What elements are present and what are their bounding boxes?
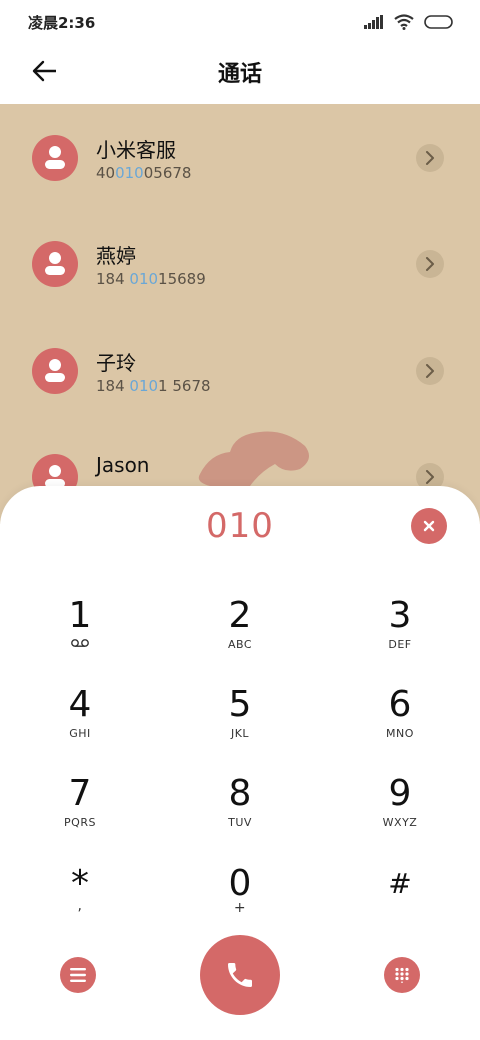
key-letters: GHI (69, 727, 91, 740)
key-digit: # (388, 867, 412, 900)
key-letters: ABC (227, 638, 253, 651)
key-6[interactable]: 6 MNO (340, 685, 460, 765)
key-9[interactable]: 9 WXYZ (340, 774, 460, 854)
key-8[interactable]: 8 TUV (180, 774, 300, 854)
key-0[interactable]: 0 + (180, 864, 300, 944)
chevron-right-icon (426, 257, 434, 271)
key-letters: + (233, 900, 247, 916)
contact-name: 燕婷 (96, 244, 136, 268)
key-letters (20, 638, 140, 651)
page-title: 通话 (217, 62, 262, 87)
chevron-right-icon (426, 470, 434, 484)
key-digit: 5 (228, 684, 252, 725)
key-digit: 0 (228, 863, 252, 904)
key-7[interactable]: 7 PQRS (20, 774, 140, 854)
key-5[interactable]: 5 JKL (180, 685, 300, 765)
key-1[interactable]: 1 (20, 596, 140, 676)
contact-detail-button[interactable] (416, 250, 444, 278)
contact-row[interactable]: 小米客服 4001005678 (0, 104, 480, 204)
signal-icon (364, 15, 383, 29)
key-digit: 7 (68, 773, 92, 814)
key-letters: MNO (386, 727, 414, 740)
person-icon (45, 359, 65, 382)
person-icon (45, 146, 65, 169)
key-2[interactable]: 2 ABC (180, 596, 300, 676)
key-letters: JKL (230, 727, 250, 740)
contact-number: 4001005678 (96, 164, 192, 182)
background-decoration (198, 431, 309, 489)
voicemail-icon (71, 639, 89, 647)
close-icon (423, 520, 435, 532)
battery-icon (424, 15, 453, 29)
key-digit: 4 (68, 684, 92, 725)
key-digit: 8 (228, 773, 252, 814)
key-star[interactable]: * , (20, 864, 140, 944)
key-letters: DEF (388, 638, 412, 651)
dialpad-sheet: 010 1 2 ABC 3 DEF 4 GHI 5 JKL 6 MNO 7 PQ… (0, 486, 480, 1040)
key-letters: WXYZ (382, 816, 418, 829)
contact-avatar (32, 241, 78, 287)
dialed-number: 010 (206, 506, 274, 546)
contact-name: 小米客服 (96, 138, 176, 162)
status-icons (364, 12, 454, 32)
key-4[interactable]: 4 GHI (20, 685, 140, 765)
contact-avatar (32, 135, 78, 181)
menu-icon (70, 968, 86, 982)
chevron-right-icon (426, 364, 434, 378)
keypad-icon (395, 967, 409, 983)
contact-list: 小米客服 4001005678 燕婷 184 01015689 子玲 184 0… (0, 104, 480, 524)
wifi-icon (394, 14, 414, 30)
phone-icon (228, 963, 252, 987)
call-button[interactable] (200, 935, 280, 1015)
key-digit: 6 (388, 684, 412, 725)
keypad-toggle-button[interactable] (384, 957, 420, 993)
key-letters: , (77, 898, 83, 914)
chevron-right-icon (426, 151, 434, 165)
menu-button[interactable] (60, 957, 96, 993)
status-bar: 凌晨2:36 (0, 0, 480, 44)
contact-row[interactable]: 子玲 184 0101 5678 (0, 317, 480, 417)
contact-detail-button[interactable] (416, 144, 444, 172)
key-letters: PQRS (64, 816, 96, 829)
key-digit: 2 (228, 595, 252, 636)
status-time: 凌晨2:36 (28, 14, 96, 32)
app-header: 通话 (0, 44, 480, 104)
contact-number: 184 0101 5678 (96, 377, 211, 395)
contact-detail-button[interactable] (416, 357, 444, 385)
clear-button[interactable] (411, 508, 447, 544)
contact-row[interactable]: 燕婷 184 01015689 (0, 211, 480, 311)
key-3[interactable]: 3 DEF (340, 596, 460, 676)
contact-number: 184 01015689 (96, 270, 206, 288)
key-letters: TUV (228, 816, 252, 829)
contact-name: 子玲 (96, 351, 136, 375)
key-hash[interactable]: # (340, 864, 460, 944)
key-digit: 1 (68, 595, 92, 636)
key-digit: 9 (388, 773, 412, 814)
contact-avatar (32, 348, 78, 394)
key-digit: 3 (388, 595, 412, 636)
contact-name: Jason (96, 453, 150, 477)
person-icon (45, 252, 65, 275)
